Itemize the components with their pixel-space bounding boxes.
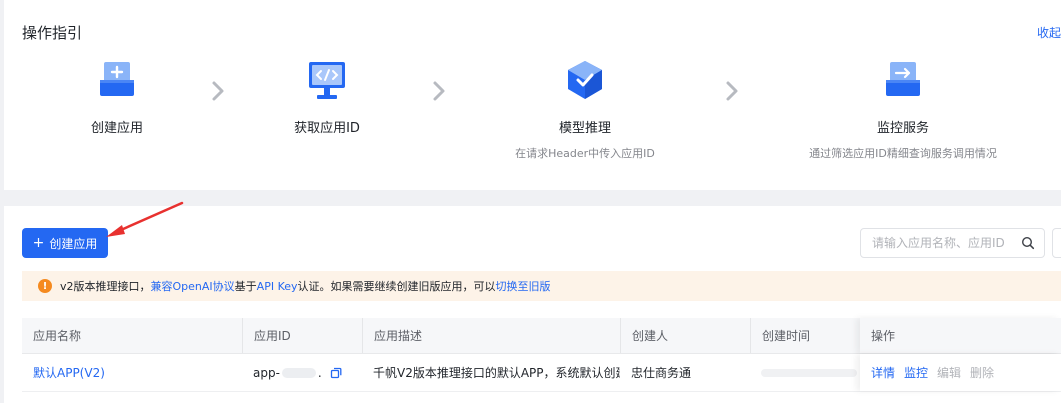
api-key-link[interactable]: API Key [257,280,298,293]
alert-text-2: 基于 [234,280,257,293]
chevron-right-icon [433,81,445,101]
detail-link[interactable]: 详情 [871,364,895,381]
alert-text-1: v2版本推理接口， [60,280,151,293]
step-label: 监控服务 [876,121,929,136]
warning-icon: ! [38,279,52,293]
cell-creator: 忠仕商务通 [631,366,692,380]
header-app-name: 应用名称 [33,329,82,343]
monitor-link[interactable]: 监控 [904,364,928,381]
guide-step-model-inference: 模型推理 在请求Header中传入应用ID [475,50,695,161]
alert-text-3: 认证。如果需要继续创建旧版应用，可以 [297,280,496,293]
header-app-desc: 应用描述 [362,318,620,353]
cell-app-desc: 千帆V2版本推理接口的默认APP，系统默认创建 [373,366,620,380]
cell-app-id: app- . [242,354,362,391]
cell-app-name: 默认APP(V2) [22,354,242,391]
chevron-right-icon [726,81,738,101]
model-inference-icon [475,50,695,102]
table-header: 应用名称 应用ID 应用描述 创建人 创建时间 操作 [22,318,1061,354]
create-app-button-label: 创建应用 [49,236,98,251]
guide-step-get-app-id: 获取应用ID [217,50,437,145]
cell-actions: 详情 监控 编辑 删除 [860,354,1061,391]
more-filter-button[interactable] [1052,228,1061,258]
app-name-link[interactable]: 默认APP(V2) [33,364,105,381]
switch-old-version-link[interactable]: 切换至旧版 [496,278,551,294]
operation-guide-card: 操作指引 收起 创建应用 获取应用ID 模型推理 在请求Header中传入应用I… [4,0,1061,190]
app-id-prefix: app- [253,365,280,380]
step-desc: 通过筛选应用ID精细查询服务调用情况 [809,147,997,160]
header-app-id: 应用ID [242,318,362,353]
table-row: 默认APP(V2) app- . 千帆V2版本推理接口的默认APP，系统默认创建… [22,354,1061,392]
header-actions: 操作 [860,318,1061,353]
step-label: 创建应用 [90,121,143,136]
app-root: 操作指引 收起 创建应用 获取应用ID 模型推理 在请求Header中传入应用I… [0,0,1061,403]
version-alert: ! v2版本推理接口， 兼容OpenAI协议 基于 API Key 认证。如果需… [22,271,1061,301]
create-app-icon [7,50,227,102]
edit-link[interactable]: 编辑 [937,364,961,381]
annotation-arrow [106,201,184,237]
guide-step-create-app: 创建应用 [7,50,227,145]
plus-icon: + [32,235,45,251]
masked-created-time [761,368,857,377]
step-label: 模型推理 [558,121,611,136]
masked-app-id [281,367,316,378]
guide-step-monitor-service: 监控服务 通过筛选应用ID精细查询服务调用情况 [793,50,1013,161]
monitor-service-icon [793,50,1013,102]
step-label: 获取应用ID [294,121,360,136]
guide-title: 操作指引 [22,24,83,42]
openai-compat-link[interactable]: 兼容OpenAI协议 [151,278,235,294]
search-input[interactable] [872,236,1021,250]
search-icon[interactable] [1021,236,1035,250]
search-box [860,228,1045,258]
copy-icon[interactable] [330,367,342,379]
app-id-suffix: . [317,365,322,380]
create-app-button[interactable]: + 创建应用 [22,228,108,258]
delete-link[interactable]: 删除 [970,364,994,381]
cell-created-time [750,354,860,391]
collapse-guide-link[interactable]: 收起 [1037,24,1061,41]
step-desc: 在请求Header中传入应用ID [515,147,655,160]
header-created-time: 创建时间 [750,318,860,353]
get-app-id-icon [217,50,437,102]
header-creator: 创建人 [620,318,750,353]
